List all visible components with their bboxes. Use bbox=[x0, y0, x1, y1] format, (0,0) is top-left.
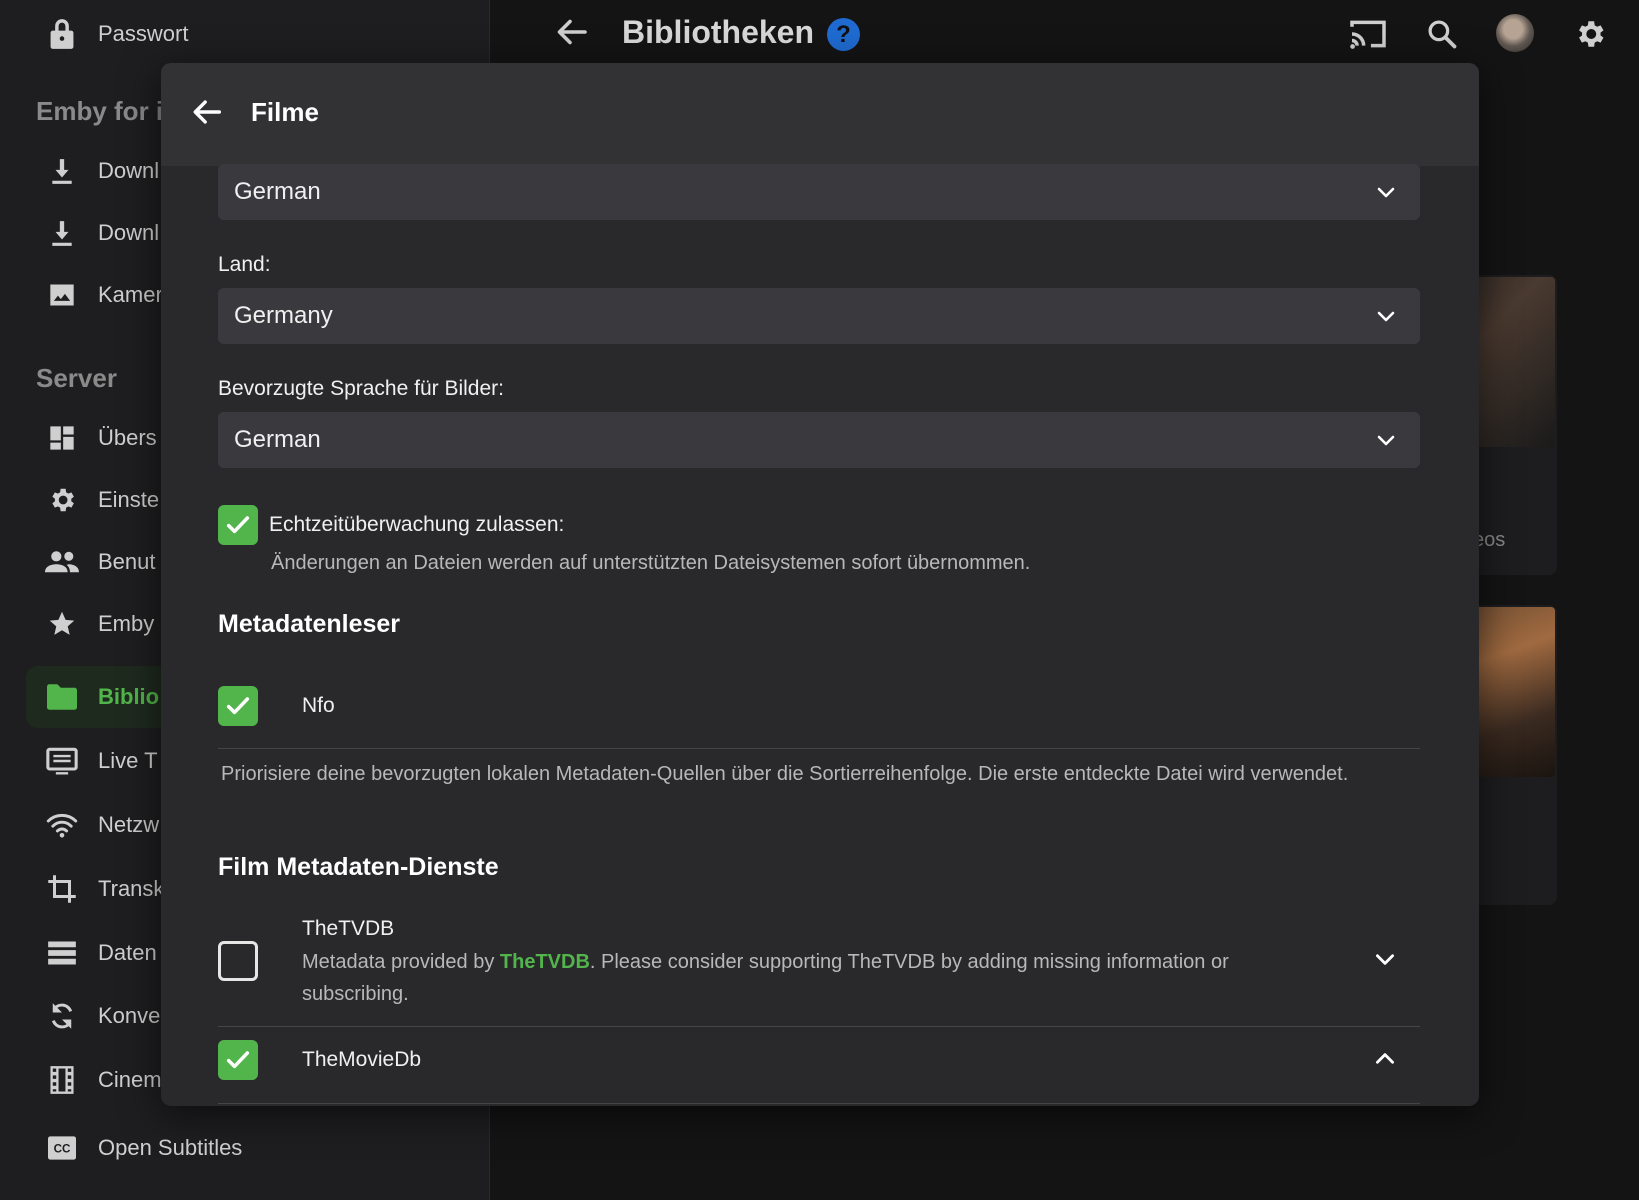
sidebar-item-label: Netzw bbox=[98, 812, 160, 837]
divider bbox=[218, 748, 1420, 749]
checkmark-icon bbox=[226, 1051, 250, 1069]
back-arrow-icon[interactable] bbox=[191, 95, 231, 135]
sidebar-item-label: Transk bbox=[98, 876, 165, 901]
sync-icon bbox=[26, 1001, 98, 1031]
top-bar: Bibliotheken ? bbox=[490, 0, 1639, 70]
country-select[interactable]: Germany bbox=[218, 288, 1420, 344]
closed-caption-icon: CC bbox=[26, 1136, 98, 1160]
metadata-language-select[interactable]: German bbox=[218, 164, 1420, 220]
sidebar-item-label: Open Subtitles bbox=[98, 1135, 243, 1160]
sidebar-item-label: Emby bbox=[98, 611, 155, 636]
dashboard-icon bbox=[26, 424, 98, 452]
dialog-header: Filme bbox=[161, 63, 1479, 166]
image-language-label: Bevorzugte Sprache für Bilder: bbox=[218, 377, 504, 400]
help-icon[interactable]: ? bbox=[827, 18, 860, 51]
avatar[interactable] bbox=[1496, 14, 1534, 52]
crop-icon bbox=[26, 874, 98, 904]
sidebar-section-server: Server bbox=[36, 363, 117, 393]
tvdb-link[interactable]: TheTVDB bbox=[500, 951, 590, 973]
moviedb-name: TheMovieDb bbox=[302, 1048, 422, 1071]
sidebar-item-label: Benut bbox=[98, 549, 156, 574]
chevron-down-icon[interactable] bbox=[1372, 946, 1398, 972]
dialog-body: German Land: Germany Bevorzugte Sprache … bbox=[161, 164, 1479, 1106]
storage-icon bbox=[26, 940, 98, 966]
back-arrow-icon[interactable] bbox=[555, 14, 595, 54]
sidebar-item-label: Live T bbox=[98, 748, 158, 773]
sidebar-item-label: Passwort bbox=[98, 21, 189, 46]
chevron-down-icon bbox=[1374, 304, 1398, 328]
sidebar-item-password[interactable]: Passwort bbox=[26, 3, 466, 65]
tvdb-checkbox[interactable] bbox=[218, 941, 258, 981]
metadata-reader-description: Priorisiere deine bevorzugten lokalen Me… bbox=[221, 763, 1349, 785]
download-icon bbox=[26, 219, 98, 247]
realtime-monitor-checkbox[interactable] bbox=[218, 505, 258, 545]
tvdb-desc-text: Metadata provided by bbox=[302, 951, 500, 973]
nfo-label: Nfo bbox=[302, 694, 335, 717]
tvdb-name: TheTVDB bbox=[302, 917, 395, 940]
film-icon bbox=[26, 1065, 98, 1095]
image-icon bbox=[26, 281, 98, 309]
tv-guide-icon bbox=[26, 747, 98, 775]
page-title: Bibliotheken bbox=[622, 14, 815, 50]
sidebar-section-app: Emby for i bbox=[36, 96, 164, 126]
tvdb-description: Metadata provided by TheTVDB. Please con… bbox=[302, 946, 1302, 1010]
select-value: German bbox=[234, 178, 321, 205]
wifi-icon bbox=[26, 812, 98, 838]
gear-icon[interactable] bbox=[1570, 14, 1610, 54]
chevron-up-icon[interactable] bbox=[1372, 1046, 1398, 1072]
select-value: German bbox=[234, 426, 321, 453]
sidebar-item-open-subtitles[interactable]: CC Open Subtitles bbox=[26, 1117, 466, 1179]
sidebar-item-label: Daten bbox=[98, 940, 157, 965]
country-label: Land: bbox=[218, 253, 271, 276]
moviedb-checkbox[interactable] bbox=[218, 1040, 258, 1080]
sidebar-item-label: Downl bbox=[98, 158, 160, 183]
search-icon[interactable] bbox=[1422, 14, 1462, 54]
sidebar-item-label: Cinem bbox=[98, 1067, 162, 1092]
checkmark-icon bbox=[226, 516, 250, 534]
realtime-monitor-label: Echtzeitüberwachung zulassen: bbox=[269, 513, 565, 536]
lock-icon bbox=[26, 18, 98, 50]
nfo-checkbox[interactable] bbox=[218, 686, 258, 726]
chevron-down-icon bbox=[1374, 180, 1398, 204]
sidebar-item-label: Kamer bbox=[98, 282, 163, 307]
star-icon bbox=[26, 610, 98, 638]
checkmark-icon bbox=[226, 697, 250, 715]
divider bbox=[218, 1026, 1420, 1027]
sidebar-item-label: Konve bbox=[98, 1003, 161, 1028]
cast-icon[interactable] bbox=[1348, 14, 1388, 54]
gear-icon bbox=[26, 485, 98, 515]
sidebar-item-label: Biblio bbox=[98, 684, 160, 709]
library-edit-dialog: Filme German Land: Germany Bevorzugte Sp… bbox=[161, 63, 1479, 1106]
sidebar-item-label: Übers bbox=[98, 425, 157, 450]
image-language-select[interactable]: German bbox=[218, 412, 1420, 468]
svg-text:CC: CC bbox=[54, 1143, 71, 1156]
metadata-reader-heading: Metadatenleser bbox=[218, 610, 401, 638]
people-icon bbox=[26, 549, 98, 575]
select-value: Germany bbox=[234, 302, 333, 329]
sidebar-item-label: Einste bbox=[98, 487, 160, 512]
realtime-monitor-description: Änderungen an Dateien werden auf unterst… bbox=[271, 552, 1031, 574]
sidebar-item-label: Downl bbox=[98, 220, 160, 245]
dialog-title: Filme bbox=[251, 97, 319, 127]
app-root: Passwort Emby for i Downl Downl Kamer Se… bbox=[0, 0, 1639, 1200]
divider bbox=[218, 1103, 1420, 1104]
movie-metadata-services-heading: Film Metadaten-Dienste bbox=[218, 853, 499, 881]
download-icon bbox=[26, 157, 98, 185]
chevron-down-icon bbox=[1374, 428, 1398, 452]
folder-icon bbox=[26, 684, 98, 710]
